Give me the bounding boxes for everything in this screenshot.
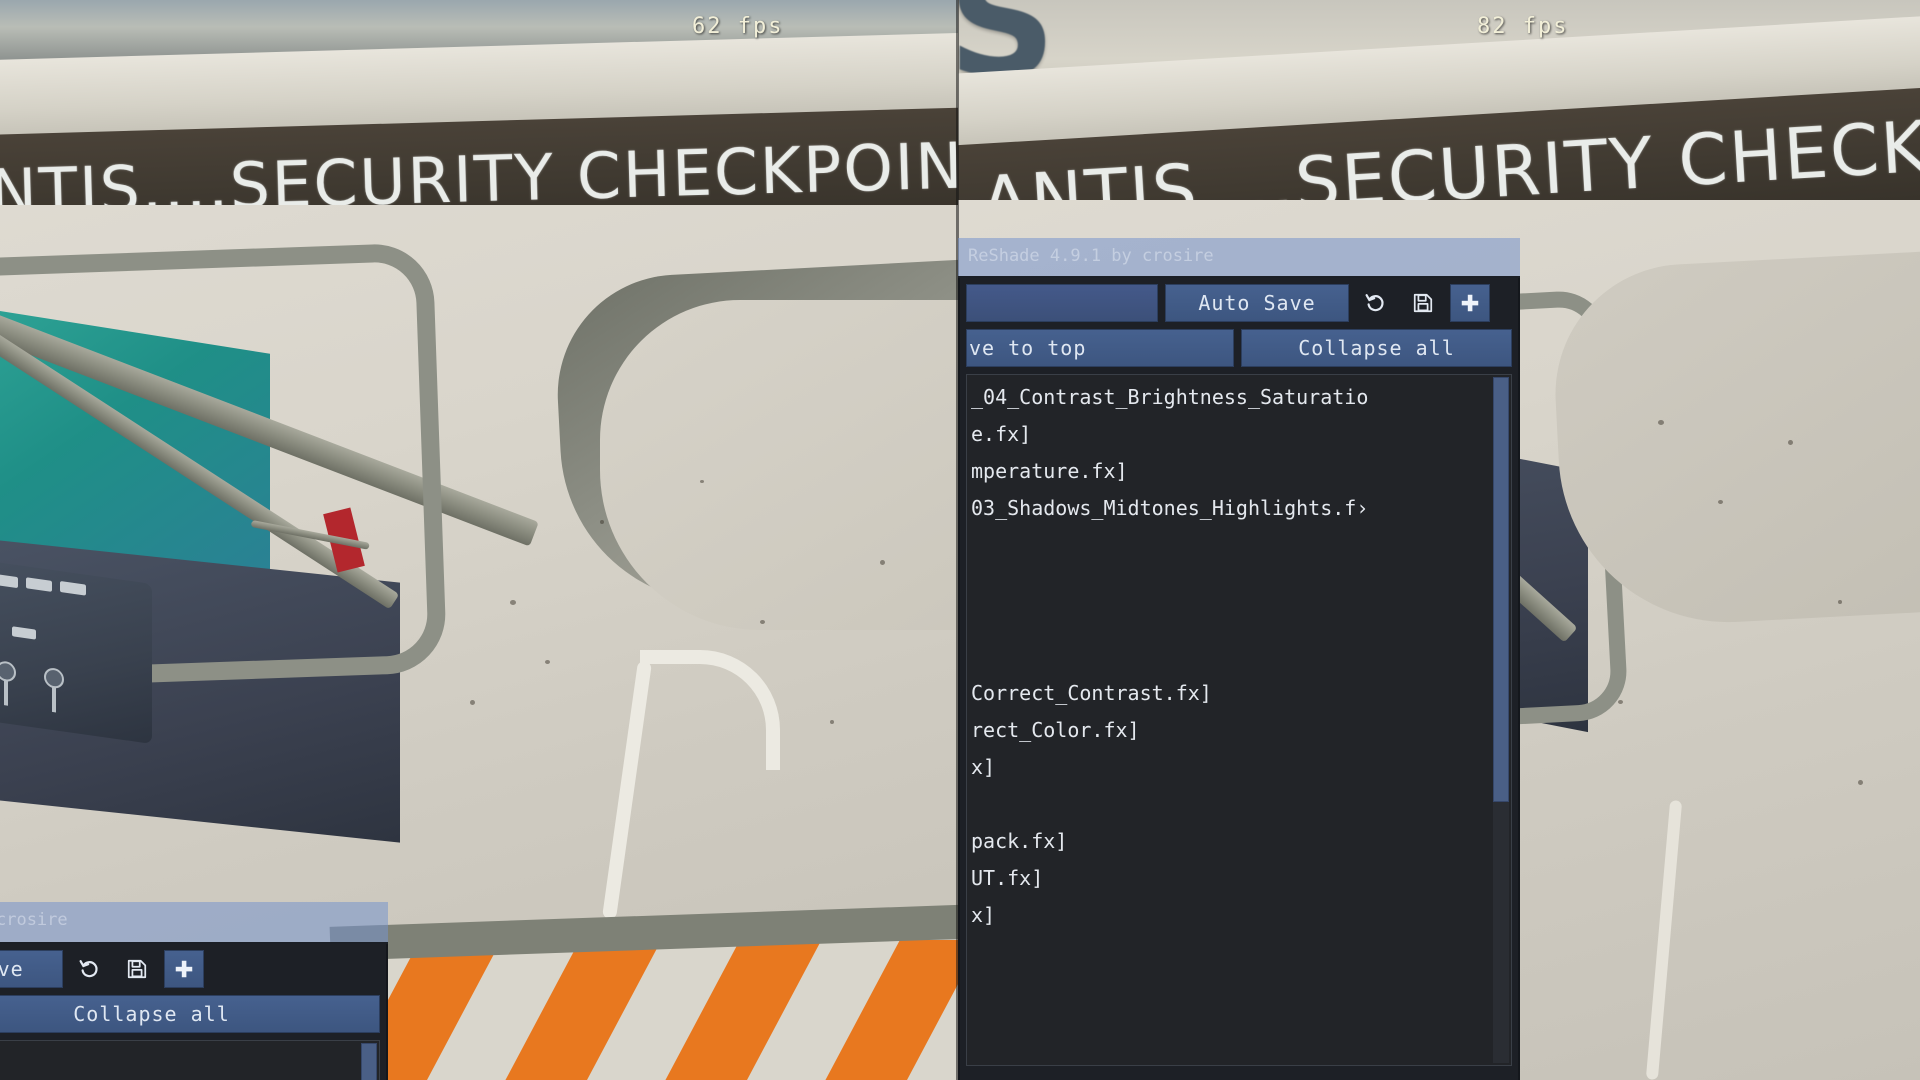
hazard-stripe	[485, 940, 667, 1080]
wall-speck	[600, 520, 604, 524]
list-item[interactable]: x]	[967, 897, 1511, 934]
list-item[interactable]	[967, 786, 1511, 823]
plus-icon[interactable]	[1450, 284, 1490, 322]
list-item[interactable]: _04_Contrast_Brightness_Saturatio	[967, 379, 1511, 416]
console-button	[60, 581, 86, 596]
console-button	[26, 577, 52, 592]
effects-list-right[interactable]: _04_Contrast_Brightness_Saturatio e.fx] …	[966, 374, 1512, 1066]
console-dial-stem	[4, 679, 8, 706]
collapse-all-button-right[interactable]: Collapse all	[1241, 329, 1512, 367]
auto-save-button-right[interactable]: Auto Save	[1165, 284, 1349, 322]
hazard-stripe	[805, 940, 958, 1080]
plus-icon[interactable]	[164, 950, 204, 988]
wall-speck	[830, 720, 834, 724]
scrollbar-thumb[interactable]	[1493, 377, 1509, 802]
fps-counter-right: 82 fps	[1477, 14, 1569, 39]
move-to-top-button-right[interactable]: ve to top	[966, 329, 1234, 367]
reshade-titlebar-right[interactable]: ReShade 4.9.1 by crosire	[958, 238, 1520, 278]
reshade-actions-row-left: Move to top Collapse all	[0, 995, 380, 1033]
hazard-stripe	[645, 940, 827, 1080]
wall-speck	[880, 560, 885, 565]
fps-counter-left: 62 fps	[692, 14, 784, 39]
list-item[interactable]: Correct_Contrast.fx]	[967, 675, 1511, 712]
reshade-titlebar-left[interactable]: ReShade 4.9.1 by crosire	[0, 902, 388, 944]
control-console-left	[0, 560, 152, 744]
list-item[interactable]	[967, 564, 1511, 601]
wall-speck	[1858, 780, 1863, 785]
save-floppy-icon[interactable]	[117, 950, 157, 988]
wall-speck	[545, 660, 550, 664]
scrollbar-thumb[interactable]	[361, 1043, 377, 1080]
list-item[interactable]: x]	[967, 749, 1511, 786]
list-item[interactable]: rect_Color.fx]	[967, 712, 1511, 749]
reshade-title-label-left: ReShade 4.9.1 by crosire	[0, 910, 68, 930]
list-item[interactable]	[967, 638, 1511, 675]
list-item[interactable]: pack.fx]	[967, 823, 1511, 860]
reshade-title-label-right: ReShade 4.9.1 by crosire	[968, 246, 1214, 266]
effects-list-scrollbar-right[interactable]	[1493, 377, 1509, 1063]
list-item[interactable]: e.fx]	[967, 416, 1511, 453]
console-button	[0, 573, 18, 589]
reshade-body-left: Auto Save	[0, 944, 388, 1080]
list-item[interactable]: mperature.fx]	[967, 453, 1511, 490]
wall-recess-inner-left	[600, 300, 958, 630]
wall-speck	[1618, 700, 1623, 704]
search-input-right[interactable]	[966, 284, 1158, 322]
hazard-stripes-left	[360, 940, 958, 1080]
effects-list-scrollbar-left[interactable]	[361, 1043, 377, 1080]
collapse-all-button-left[interactable]: Collapse all	[0, 995, 380, 1033]
list-item[interactable]: UT.fx]	[967, 860, 1511, 897]
console-dial	[0, 660, 16, 683]
reshade-toolbar-row-left: Auto Save	[0, 950, 380, 988]
reshade-body-right: Auto Save ve to top Collapse all _04_Con…	[958, 278, 1520, 1080]
reset-icon[interactable]	[1356, 284, 1396, 322]
list-item[interactable]	[967, 601, 1511, 638]
auto-save-button-left[interactable]: Auto Save	[0, 950, 63, 988]
wall-speck	[1718, 500, 1723, 504]
reshade-toolbar-row-right: Auto Save	[966, 284, 1512, 322]
reshade-actions-row-right: ve to top Collapse all	[966, 329, 1512, 367]
list-item[interactable]	[967, 527, 1511, 564]
console-dial-stem	[52, 685, 56, 713]
wall-speck	[760, 620, 765, 624]
wall-speck	[700, 480, 704, 483]
console-button	[12, 626, 36, 640]
wall-speck	[1658, 420, 1664, 425]
effects-list-left[interactable]	[0, 1040, 380, 1080]
reset-icon[interactable]	[70, 950, 110, 988]
effects-list-rows: _04_Contrast_Brightness_Saturatio e.fx] …	[967, 375, 1511, 934]
wall-speck	[1838, 600, 1842, 604]
wall-speck	[1788, 440, 1793, 445]
save-floppy-icon[interactable]	[1403, 284, 1443, 322]
list-item[interactable]: 03_Shadows_Midtones_Highlights.f›	[967, 490, 1511, 527]
wall-speck	[510, 600, 516, 605]
game-screenshot-root: ATLANTIS....SECURITY CHECKPOINT S ATLANT…	[0, 0, 1920, 1080]
wall-speck	[470, 700, 475, 705]
reshade-overlay-window-left: ReShade 4.9.1 by crosire Auto Save	[0, 902, 388, 1080]
reshade-overlay-window-right: ReShade 4.9.1 by crosire Auto Save ve to…	[958, 238, 1520, 1080]
